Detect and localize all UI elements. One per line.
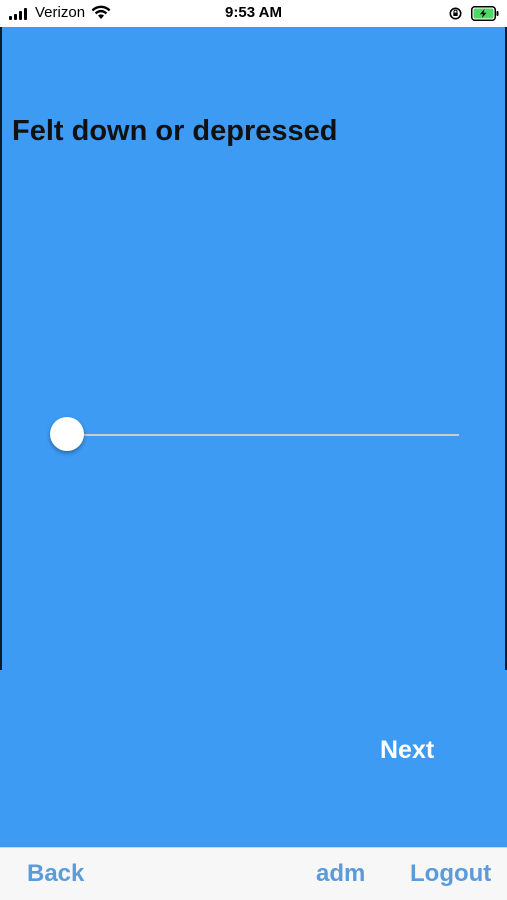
action-panel: Next bbox=[0, 670, 507, 847]
bottom-toolbar: Back adm Logout bbox=[0, 847, 507, 900]
severity-slider[interactable] bbox=[49, 415, 459, 455]
question-panel: Felt down or depressed bbox=[0, 27, 507, 670]
battery-charging-icon bbox=[471, 6, 499, 21]
slider-thumb[interactable] bbox=[50, 417, 84, 451]
back-button[interactable]: Back bbox=[27, 860, 84, 888]
user-button[interactable]: adm bbox=[316, 860, 365, 888]
next-button[interactable]: Next bbox=[380, 736, 434, 765]
status-bar: Verizon 9:53 AM bbox=[0, 0, 507, 27]
logout-button[interactable]: Logout bbox=[410, 860, 491, 888]
question-title: Felt down or depressed bbox=[12, 115, 338, 147]
slider-track[interactable] bbox=[67, 434, 459, 436]
status-time: 9:53 AM bbox=[225, 4, 282, 21]
orientation-lock-icon bbox=[449, 7, 462, 20]
